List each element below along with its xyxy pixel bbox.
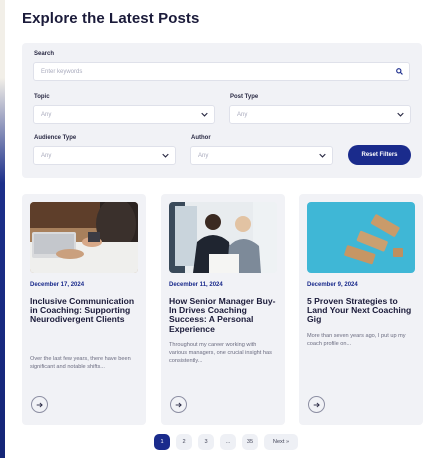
post-thumbnail[interactable] bbox=[169, 202, 277, 273]
post-excerpt: Over the last few years, there have been… bbox=[30, 356, 131, 370]
post-type-select[interactable]: Any bbox=[229, 105, 411, 124]
post-type-label: Post Type bbox=[230, 94, 259, 100]
post-excerpt: More than seven years ago, I put up my c… bbox=[307, 333, 406, 347]
topic-label: Topic bbox=[34, 94, 50, 100]
author-label: Author bbox=[191, 135, 211, 141]
post-card[interactable]: December 9, 2024 5 Proven Strategies to … bbox=[299, 194, 423, 425]
page-2-button[interactable]: 2 bbox=[176, 434, 192, 450]
audience-type-label: Audience Type bbox=[34, 135, 77, 141]
audience-type-select[interactable]: Any bbox=[33, 146, 176, 165]
post-thumbnail[interactable] bbox=[307, 202, 415, 273]
author-value: Any bbox=[198, 152, 209, 159]
arrow-right-icon bbox=[313, 402, 320, 407]
topic-value: Any bbox=[41, 111, 52, 118]
read-more-button[interactable] bbox=[308, 396, 325, 413]
post-title[interactable]: Inclusive Communication in Coaching: Sup… bbox=[30, 296, 138, 325]
page-35-button[interactable]: 35 bbox=[242, 434, 258, 450]
topic-select[interactable]: Any bbox=[33, 105, 215, 124]
search-placeholder: Enter keywords bbox=[41, 68, 83, 75]
page-1-button[interactable]: 1 bbox=[154, 434, 170, 450]
chevron-down-icon bbox=[396, 111, 404, 119]
post-date: December 11, 2024 bbox=[169, 282, 223, 288]
read-more-button[interactable] bbox=[170, 396, 187, 413]
post-excerpt: Throughout my career working with variou… bbox=[169, 342, 272, 364]
author-select[interactable]: Any bbox=[190, 146, 333, 165]
page-title: Explore the Latest Posts bbox=[22, 10, 200, 27]
search-input[interactable]: Enter keywords bbox=[33, 62, 410, 81]
pagination: 1 2 3 ... 35 Next » bbox=[154, 434, 298, 450]
audience-type-value: Any bbox=[41, 152, 52, 159]
read-more-button[interactable] bbox=[31, 396, 48, 413]
search-label: Search bbox=[34, 51, 55, 57]
page-3-button[interactable]: 3 bbox=[198, 434, 214, 450]
post-title[interactable]: How Senior Manager Buy-In Drives Coachin… bbox=[169, 296, 277, 334]
post-card[interactable]: December 11, 2024 How Senior Manager Buy… bbox=[161, 194, 285, 425]
chevron-down-icon bbox=[161, 152, 169, 160]
post-date: December 17, 2024 bbox=[30, 282, 85, 288]
arrow-right-icon bbox=[36, 402, 43, 407]
left-edge-strip bbox=[0, 0, 5, 458]
reset-filters-button[interactable]: Reset Filters bbox=[348, 145, 411, 165]
post-card[interactable]: December 17, 2024 Inclusive Communicatio… bbox=[22, 194, 146, 425]
post-date: December 9, 2024 bbox=[307, 282, 358, 288]
chevron-down-icon bbox=[200, 111, 208, 119]
post-type-value: Any bbox=[237, 111, 248, 118]
post-title[interactable]: 5 Proven Strategies to Land Your Next Co… bbox=[307, 296, 415, 325]
filter-panel: Search Enter keywords Topic Any Post Typ… bbox=[22, 43, 422, 178]
chevron-down-icon bbox=[318, 152, 326, 160]
next-page-button[interactable]: Next » bbox=[264, 434, 298, 450]
post-thumbnail[interactable] bbox=[30, 202, 138, 273]
pagination-ellipsis: ... bbox=[220, 434, 236, 450]
arrow-right-icon bbox=[175, 402, 182, 407]
search-icon[interactable] bbox=[395, 68, 403, 76]
